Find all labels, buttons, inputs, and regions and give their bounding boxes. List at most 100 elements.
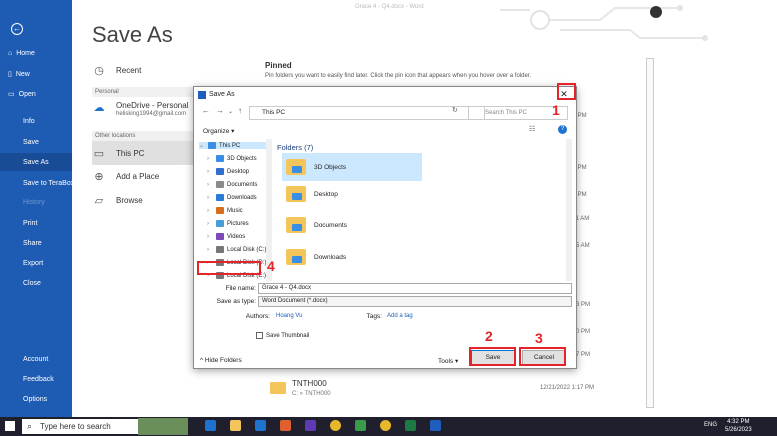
view-options-icon[interactable]: ☷ xyxy=(529,125,535,133)
page-title: Save As xyxy=(92,22,173,47)
tree-item-local-disk-c[interactable]: › Local Disk (C:) xyxy=(207,246,266,253)
chevron-down-icon[interactable]: ⌄ xyxy=(228,108,233,115)
sidebar-item-share[interactable]: Share xyxy=(23,240,42,247)
tree-item-music[interactable]: › Music xyxy=(207,207,243,214)
tools-button[interactable]: Tools ▾ xyxy=(438,357,458,365)
home-icon: ⌂ xyxy=(8,50,13,57)
sidebar-item-info[interactable]: Info xyxy=(23,118,35,125)
hide-folders-button[interactable]: ^ Hide Folders xyxy=(200,357,242,364)
document-icon xyxy=(216,181,224,188)
file-name-input[interactable]: Grace 4 - Q4.docx xyxy=(258,283,572,294)
folder-downloads[interactable]: Downloads xyxy=(286,249,346,265)
location-onedrive[interactable]: ☁ OneDrive - Personal helisking1994@gmail… xyxy=(92,101,189,117)
clock[interactable]: 4:32 PM 5/26/2023 xyxy=(725,418,752,434)
avatar[interactable] xyxy=(650,6,662,18)
folder-icon: ▱ xyxy=(94,195,104,207)
chevron-right-icon: › xyxy=(207,246,209,253)
chrome-icon[interactable] xyxy=(380,420,391,431)
help-icon[interactable]: ? xyxy=(558,125,567,134)
save-type-select[interactable]: Word Document (*.docx) xyxy=(258,296,572,307)
location-add-place[interactable]: ⊕ Add a Place xyxy=(92,170,159,183)
recent-folder-path: C: » TNTH000 xyxy=(292,391,331,397)
tree-item-desktop[interactable]: › Desktop xyxy=(207,168,249,175)
folder-icon xyxy=(286,217,306,233)
sidebar-item-save-as[interactable]: Save As xyxy=(0,153,72,171)
pinned-title: Pinned xyxy=(265,61,292,70)
sidebar-item-print[interactable]: Print xyxy=(23,220,37,227)
chevron-right-icon: › xyxy=(207,220,209,227)
folder-3d-objects[interactable]: 3D Objects xyxy=(282,153,422,181)
tree-item-downloads[interactable]: › Downloads xyxy=(207,194,257,201)
annotation-box-close xyxy=(557,83,576,100)
tree-item-pictures[interactable]: › Pictures xyxy=(207,220,249,227)
word-icon[interactable] xyxy=(430,420,441,431)
sidebar-item-home[interactable]: ⌂ Home xyxy=(8,50,35,57)
annotation-box-save xyxy=(469,347,516,366)
sidebar-item-export[interactable]: Export xyxy=(23,260,43,267)
file-explorer-icon[interactable] xyxy=(230,420,241,431)
chrome-icon[interactable] xyxy=(330,420,341,431)
up-icon[interactable]: ↑ xyxy=(238,106,242,115)
computer-icon xyxy=(208,142,216,149)
window-title: Grace 4 - Q4.docx - Word xyxy=(355,4,424,10)
tags-input[interactable]: Add a tag xyxy=(387,313,413,319)
app-icon[interactable] xyxy=(280,420,291,431)
backstage-scrollbar[interactable] xyxy=(646,58,654,408)
folders-scrollbar[interactable] xyxy=(566,139,572,281)
sidebar-item-new[interactable]: ▯ New xyxy=(8,70,30,79)
folder-documents[interactable]: Documents xyxy=(286,217,347,233)
location-recent[interactable]: ◷ Recent xyxy=(92,64,141,77)
organize-button[interactable]: Organize ▾ xyxy=(203,127,234,135)
annotation-box-cancel xyxy=(519,347,566,366)
annotation-number: 3 xyxy=(535,330,543,346)
address-bar[interactable]: This PC xyxy=(249,106,485,120)
tree-item-3d-objects[interactable]: › 3D Objects xyxy=(207,155,257,162)
sidebar-item-options[interactable]: Options xyxy=(23,396,47,403)
windows-start-icon[interactable] xyxy=(5,421,15,431)
sidebar-item-save[interactable]: Save xyxy=(23,139,39,146)
save-thumbnail-checkbox[interactable]: Save Thumbnail xyxy=(256,332,309,339)
refresh-icon[interactable]: ↻ xyxy=(452,106,458,114)
media-icon[interactable] xyxy=(305,420,316,431)
language-indicator[interactable]: ENG xyxy=(704,422,717,428)
weather-widget[interactable] xyxy=(138,418,188,435)
recent-folder-name[interactable]: TNTH000 xyxy=(292,379,327,388)
video-icon xyxy=(216,233,224,240)
pinned-subtitle: Pin folders you want to easily find late… xyxy=(265,73,532,79)
location-browse[interactable]: ▱ Browse xyxy=(92,194,143,207)
sidebar-item-open[interactable]: ▭ Open xyxy=(8,90,36,99)
backstage-sidebar: ← ⌂ Home ▯ New ▭ Open Info Save Save As Sav… xyxy=(0,0,74,417)
forward-icon[interactable]: → xyxy=(216,106,224,115)
annotation-number: 4 xyxy=(267,258,275,274)
sidebar-item-save-to-terabox[interactable]: Save to TeraBox xyxy=(23,180,74,187)
back-arrow-icon[interactable]: ← xyxy=(11,23,23,35)
app-icon[interactable] xyxy=(355,420,366,431)
excel-icon[interactable] xyxy=(405,420,416,431)
save-type-label: Save as type: xyxy=(216,298,256,305)
store-icon[interactable] xyxy=(255,420,266,431)
authors-value[interactable]: Hoang Vu xyxy=(276,313,302,319)
sidebar-item-account[interactable]: Account xyxy=(23,356,48,363)
authors-label: Authors: xyxy=(245,313,270,320)
sidebar-item-close[interactable]: Close xyxy=(23,280,41,287)
tags-label: Tags: xyxy=(366,313,382,320)
tree-item-videos[interactable]: › Videos xyxy=(207,233,245,240)
word-icon xyxy=(198,91,206,99)
back-icon[interactable]: ← xyxy=(202,106,210,115)
chevron-right-icon: › xyxy=(207,194,209,201)
cloud-icon: ☁ xyxy=(93,102,105,114)
folder-desktop[interactable]: Desktop xyxy=(286,186,338,202)
save-as-dialog: Save As ✕ ← → ⌄ ↑ This PC ↻ Search This … xyxy=(193,86,577,369)
tree-item-this-pc[interactable]: ⌄ This PC xyxy=(199,142,271,149)
annotation-box-local-disk-e xyxy=(197,261,261,275)
cube-icon xyxy=(216,155,224,162)
edge-icon[interactable] xyxy=(205,420,216,431)
chevron-right-icon: › xyxy=(207,155,209,162)
sidebar-item-history[interactable]: History xyxy=(23,199,45,206)
checkbox-box xyxy=(256,332,263,339)
dialog-title: Save As xyxy=(209,91,235,98)
chevron-right-icon: › xyxy=(207,233,209,240)
tree-item-documents[interactable]: › Documents xyxy=(207,181,257,188)
sidebar-item-feedback[interactable]: Feedback xyxy=(23,376,54,383)
chevron-right-icon: › xyxy=(207,168,209,175)
